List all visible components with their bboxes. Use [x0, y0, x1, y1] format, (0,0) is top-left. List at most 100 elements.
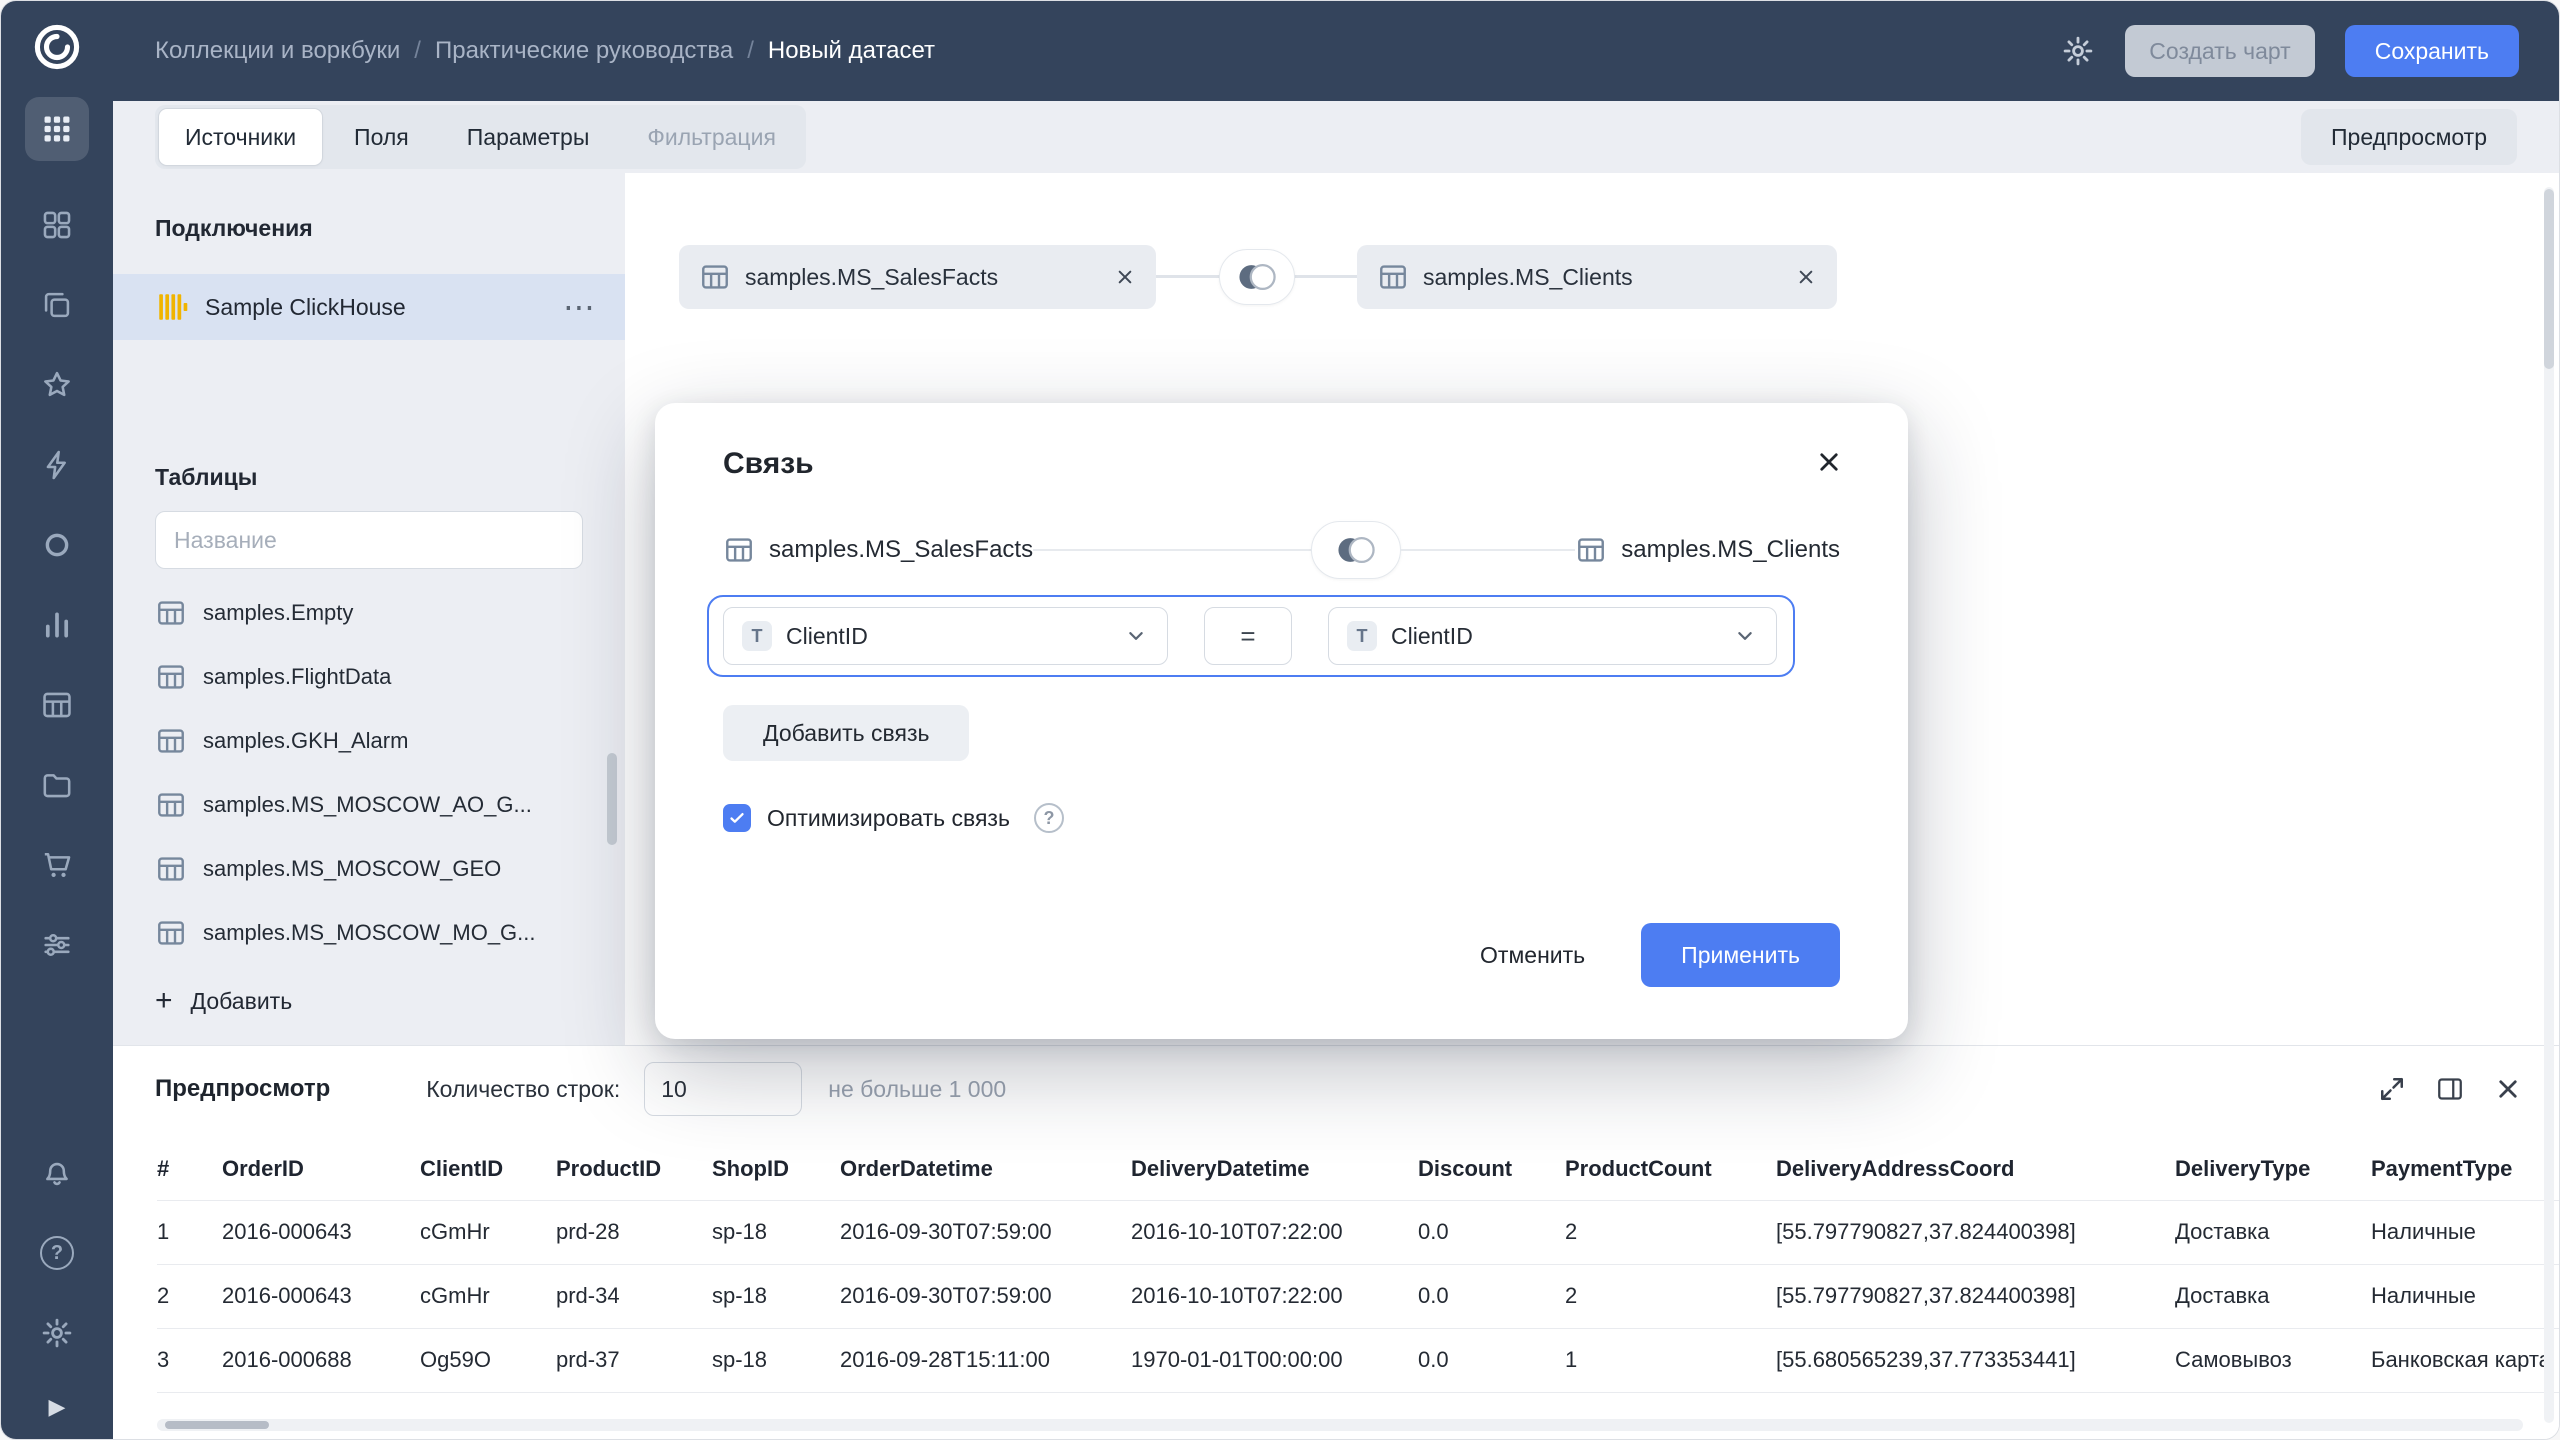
table-list-item[interactable]: samples.FlightData [113, 645, 625, 709]
expand-icon [2377, 1074, 2407, 1104]
lightning-icon [40, 448, 74, 482]
breadcrumb-item-collections[interactable]: Коллекции и воркбуки [155, 37, 400, 65]
cell: 2016-10-10T07:22:00 [1131, 1264, 1418, 1328]
apply-button[interactable]: Применить [1641, 923, 1840, 987]
add-table-label: Добавить [191, 988, 293, 1015]
nav-monitoring-button[interactable] [29, 517, 85, 573]
nav-charts-button[interactable] [29, 597, 85, 653]
breadcrumb: Коллекции и воркбуки / Практические руко… [155, 37, 935, 65]
cell: Самовывоз [2175, 1328, 2371, 1392]
nav-help-button[interactable]: ? [29, 1225, 85, 1281]
table-icon [699, 261, 731, 293]
chevron-down-icon [1123, 623, 1149, 649]
connection-item[interactable]: Sample ClickHouse ⋯ [113, 274, 625, 340]
create-chart-button[interactable]: Создать чарт [2125, 25, 2314, 77]
nav-storage-button[interactable] [29, 757, 85, 813]
column-header: ClientID [420, 1138, 556, 1200]
right-field-select[interactable]: T ClientID [1328, 607, 1777, 665]
tables-scrollbar[interactable] [607, 753, 617, 845]
table-name: samples.GKH_Alarm [203, 728, 408, 754]
join-line [1401, 549, 1575, 551]
nav-marketplace-button[interactable] [29, 837, 85, 893]
remove-table-button[interactable] [1114, 266, 1136, 288]
horizontal-scrollbar[interactable] [157, 1419, 2523, 1431]
tables-search-input[interactable] [155, 511, 583, 569]
join-type-toggle[interactable] [1311, 521, 1401, 579]
table-icon [1575, 534, 1607, 566]
cell: sp-18 [712, 1200, 840, 1264]
optimize-row: Оптимизировать связь ? [723, 803, 1840, 833]
horizontal-scrollbar-thumb[interactable] [165, 1421, 269, 1429]
nav-favorites-button[interactable] [29, 357, 85, 413]
table-name: samples.MS_MOSCOW_GEO [203, 856, 501, 882]
tab-parameters[interactable]: Параметры [441, 109, 616, 165]
close-preview-button[interactable] [2493, 1074, 2523, 1104]
datalens-logo[interactable] [29, 19, 85, 75]
breadcrumb-separator: / [414, 37, 421, 65]
left-table-name: samples.MS_SalesFacts [769, 536, 1033, 564]
nav-services-button[interactable] [29, 917, 85, 973]
connections-heading: Подключения [113, 215, 625, 242]
table-icon [155, 597, 187, 629]
cell: Доставка [2175, 1264, 2371, 1328]
preview-title: Предпросмотр [155, 1075, 330, 1103]
table-list-item[interactable]: samples.GKH_Alarm [113, 709, 625, 773]
preview-toggle-button[interactable]: Предпросмотр [2301, 109, 2517, 165]
apps-grid-button[interactable] [25, 97, 89, 161]
sources-panel: Подключения Sample ClickHouse ⋯ Таблицы … [113, 173, 625, 1045]
table-list-item[interactable]: samples.MS_MOSCOW_GEO [113, 837, 625, 901]
operator-select[interactable]: = [1204, 607, 1292, 665]
join-type-indicator[interactable] [1219, 249, 1295, 305]
tab-sources[interactable]: Источники [159, 109, 322, 165]
nav-datasets-button[interactable] [29, 677, 85, 733]
column-header: DeliveryType [2175, 1138, 2371, 1200]
table-icon [155, 789, 187, 821]
dataset-table-chip-left[interactable]: samples.MS_SalesFacts [679, 245, 1156, 309]
remove-table-button[interactable] [1795, 266, 1817, 288]
join-venn-icon [1232, 260, 1282, 294]
connection-menu-button[interactable]: ⋯ [563, 291, 595, 323]
optimize-checkbox[interactable] [723, 804, 751, 832]
nav-editor-button[interactable] [29, 437, 85, 493]
tab-fields[interactable]: Поля [328, 109, 435, 165]
table-list-item[interactable]: samples.MS_MOSCOW_AO_G... [113, 773, 625, 837]
cell: 2016-000643 [222, 1200, 420, 1264]
save-button[interactable]: Сохранить [2345, 25, 2519, 77]
nav-settings-button[interactable] [29, 1305, 85, 1361]
table-list-item[interactable]: samples.MS_MOSCOW_MO_G... [113, 901, 625, 965]
ring-icon [40, 528, 74, 562]
dataset-table-chip-right[interactable]: samples.MS_Clients [1357, 245, 1837, 309]
nav-notifications-button[interactable] [29, 1145, 85, 1201]
expand-sidebar-button[interactable]: ▶ [29, 1387, 85, 1427]
row-count-input[interactable] [644, 1062, 802, 1116]
sliders-icon [40, 928, 74, 962]
header-actions: Создать чарт Сохранить [2061, 25, 2519, 77]
vertical-scrollbar[interactable] [2544, 187, 2554, 1423]
help-icon[interactable]: ? [1034, 803, 1064, 833]
cell: prd-37 [556, 1328, 712, 1392]
add-relation-button[interactable]: Добавить связь [723, 705, 969, 761]
cancel-button[interactable]: Отменить [1480, 942, 1585, 969]
right-table: samples.MS_Clients [1575, 534, 1840, 566]
clickhouse-icon [155, 290, 189, 324]
breadcrumb-item-guides[interactable]: Практические руководства [435, 37, 733, 65]
nav-collections-button[interactable] [29, 277, 85, 333]
table-icon [1377, 261, 1409, 293]
left-field-select[interactable]: T ClientID [723, 607, 1168, 665]
dataset-settings-button[interactable] [2061, 34, 2095, 68]
preview-layout-button[interactable] [2435, 1074, 2465, 1104]
dialog-close-button[interactable] [1814, 447, 1844, 477]
preview-table-container: # OrderID ClientID ProductID ShopID Orde… [113, 1138, 2559, 1439]
expand-preview-button[interactable] [2377, 1074, 2407, 1104]
vertical-scrollbar-thumb[interactable] [2544, 189, 2554, 369]
tables-list: samples.Empty samples.FlightData samples… [113, 581, 625, 965]
add-table-button[interactable]: + Добавить [113, 969, 625, 1033]
table-list-item[interactable]: samples.Empty [113, 581, 625, 645]
cell: Доставка [2175, 1200, 2371, 1264]
cell: 2016-10-10T07:22:00 [1131, 1200, 1418, 1264]
cell: sp-18 [712, 1328, 840, 1392]
column-header: ProductCount [1565, 1138, 1776, 1200]
nav-dashboards-button[interactable] [29, 197, 85, 253]
breadcrumb-separator: / [747, 37, 754, 65]
column-header: PaymentType [2371, 1138, 2559, 1200]
